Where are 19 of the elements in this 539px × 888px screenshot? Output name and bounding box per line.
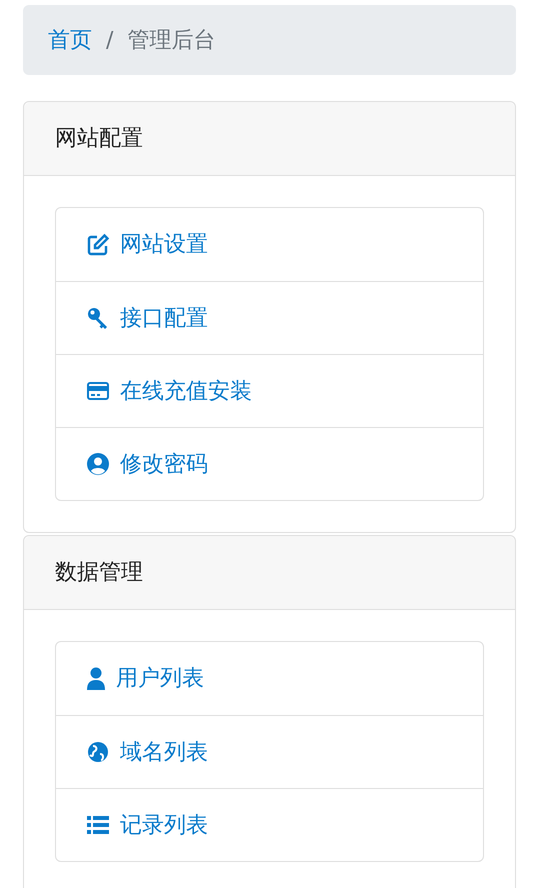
menu-item[interactable]: 网站设置 <box>56 208 483 281</box>
menu-item[interactable]: 记录列表 <box>56 788 483 861</box>
menu-item[interactable]: 用户列表 <box>56 642 483 715</box>
menu-item[interactable]: 在线充值安装 <box>56 354 483 427</box>
key-icon <box>86 306 110 330</box>
menu-item[interactable]: 域名列表 <box>56 715 483 788</box>
globe-icon <box>86 740 110 764</box>
list-icon <box>86 813 110 837</box>
panel-title: 数据管理 <box>55 559 143 587</box>
menu-item[interactable]: 修改密码 <box>56 427 483 500</box>
panel-title: 网站配置 <box>55 125 143 153</box>
user-icon <box>86 666 106 690</box>
breadcrumb-current: 管理后台 <box>127 26 216 54</box>
breadcrumb-separator: / <box>106 26 114 54</box>
credit-card-icon <box>86 379 110 403</box>
user-circle-icon <box>86 452 110 476</box>
edit-icon <box>86 232 110 256</box>
breadcrumb-link[interactable]: 首页 <box>48 24 92 56</box>
menu-item[interactable]: 接口配置 <box>56 281 483 354</box>
